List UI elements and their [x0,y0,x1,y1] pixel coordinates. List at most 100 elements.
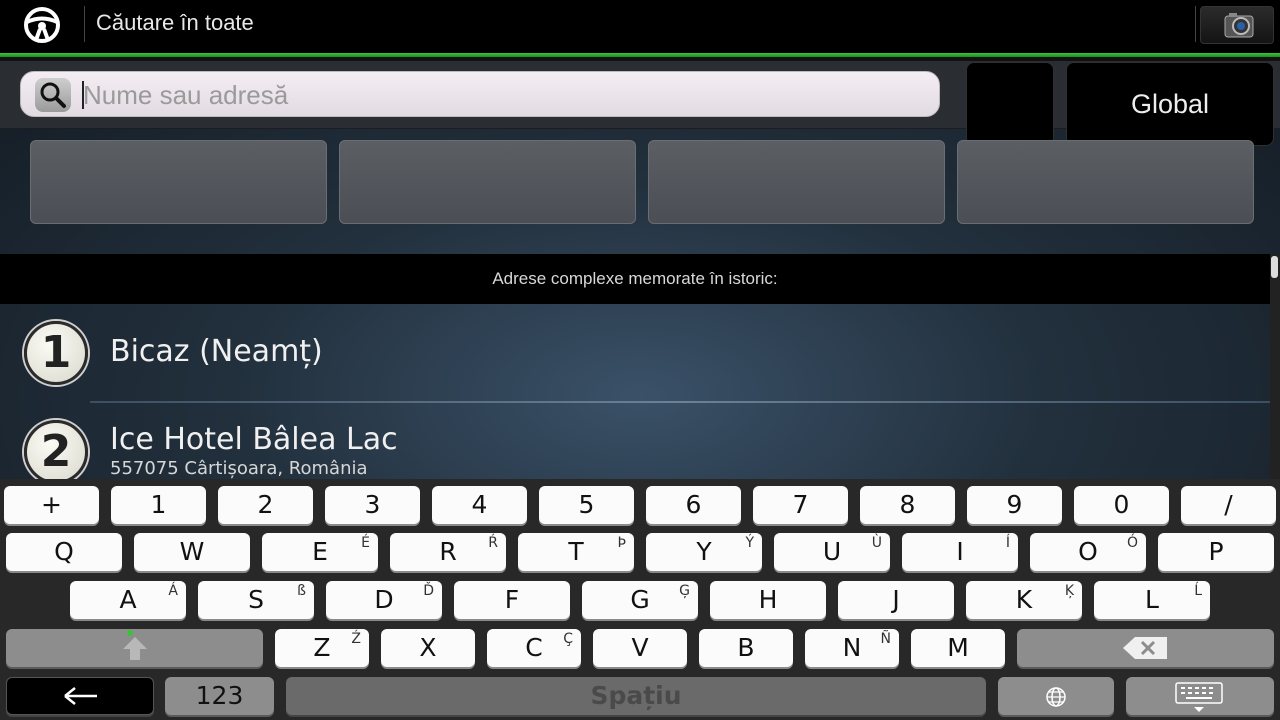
key-w[interactable]: W [134,533,250,571]
key-i[interactable]: IÍ [902,533,1018,571]
key-v[interactable]: V [593,629,687,667]
key-a[interactable]: AÁ [70,581,186,619]
key-label: Q [54,537,74,566]
key-alt-label: Þ [617,535,626,551]
numbers-key[interactable]: 123 [165,677,274,715]
key-5[interactable]: 5 [539,486,634,524]
key-label: X [419,633,437,662]
key-7[interactable]: 7 [753,486,848,524]
key-label: 6 [685,490,702,519]
key-b[interactable]: B [699,629,793,667]
key-label: M [947,633,969,662]
key-x[interactable]: X [381,629,475,667]
space-key[interactable]: Spațiu [286,677,986,715]
search-input[interactable] [83,76,923,114]
key-f[interactable]: F [454,581,570,619]
key-n[interactable]: NÑ [805,629,899,667]
shift-key[interactable] [6,629,263,667]
key-label: I [956,537,964,566]
key-l[interactable]: LĹ [1094,581,1210,619]
key-3[interactable]: 3 [325,486,420,524]
key-q[interactable]: Q [6,533,122,571]
key-label: K [1015,585,1033,614]
key-y[interactable]: YÝ [646,533,762,571]
page-title: Căutare în toate [96,10,254,35]
key-e[interactable]: EÉ [262,533,378,571]
key-alt-label: Á [168,583,178,599]
key-o[interactable]: OÓ [1030,533,1146,571]
key-6[interactable]: 6 [646,486,741,524]
globe-icon [1046,687,1066,707]
key-label: A [119,585,137,614]
key-c[interactable]: CÇ [487,629,581,667]
history-item-title: Bicaz (Neamț) [110,334,323,369]
on-screen-keyboard: +1 2 3 4 5 6 7 8 9 0/ QWEÉRŔTÞYÝUÙIÍOÓP AÁSßDĎFGĢ… [0,479,1280,720]
key-s[interactable]: Sß [198,581,314,619]
key-8[interactable]: 8 [860,486,955,524]
backspace-key[interactable] [1017,629,1274,667]
key-alt-label: Ź [351,631,361,647]
scrollbar-thumb[interactable] [1271,256,1278,278]
key-1[interactable]: 1 [111,486,206,524]
category-button[interactable] [966,62,1054,146]
key-label: H [758,585,778,614]
back-key[interactable] [6,677,154,715]
key-label: D [374,585,394,614]
key-label: S [248,585,264,614]
key-0[interactable]: 0 [1074,486,1169,524]
keyboard-hide-icon [1175,682,1223,712]
scrollbar-track[interactable] [1270,254,1280,479]
key-slash[interactable]: / [1181,486,1276,524]
key-label: U [822,537,842,566]
key-label: P [1208,537,1224,566]
language-key[interactable] [998,677,1114,715]
history-item[interactable]: 1 Bicaz (Neamț) [0,304,1270,404]
key-label: G [630,585,650,614]
key-u[interactable]: UÙ [774,533,890,571]
key-g[interactable]: GĢ [582,581,698,619]
key-label: W [179,537,205,566]
key-alt-label: Í [1005,535,1010,551]
key-j[interactable]: J [838,581,954,619]
steering-wheel-icon[interactable] [22,5,62,45]
quick-tile-2[interactable] [339,140,636,224]
key-d[interactable]: DĎ [326,581,442,619]
key-plus[interactable]: + [4,486,99,524]
key-h[interactable]: H [710,581,826,619]
key-label: 0 [1113,490,1130,519]
scope-button-global[interactable]: Global [1066,62,1274,146]
hide-keyboard-key[interactable] [1126,677,1274,715]
search-box[interactable] [20,71,940,117]
key-alt-label: Ñ [880,631,891,647]
quick-tile-1[interactable] [30,140,327,224]
key-label: / [1224,490,1233,519]
quick-tile-3[interactable] [648,140,945,224]
key-alt-label: Ý [745,535,754,551]
key-t[interactable]: TÞ [518,533,634,571]
key-label: 2 [257,490,274,519]
top-bar: Căutare în toate [0,0,1280,54]
key-label: V [631,633,649,662]
key-alt-label: É [361,535,370,551]
key-label: Y [696,537,712,566]
number-badge: 1 [24,321,88,385]
key-p[interactable]: P [1158,533,1274,571]
key-alt-label: Ŕ [488,535,498,551]
list-divider [90,401,1270,403]
history-item[interactable]: 2 Ice Hotel Bâlea Lac 557075 Cârtișoara,… [0,404,1270,479]
key-m[interactable]: M [911,629,1005,667]
key-alt-label: Ď [423,583,434,599]
key-alt-label: Ó [1126,535,1138,551]
camera-button[interactable] [1200,6,1274,44]
search-icon[interactable] [35,78,71,112]
key-r[interactable]: RŔ [390,533,506,571]
quick-tile-4[interactable] [957,140,1254,224]
key-9[interactable]: 9 [967,486,1062,524]
key-label: T [568,537,584,566]
key-k[interactable]: KĶ [966,581,1082,619]
key-4[interactable]: 4 [432,486,527,524]
key-label: O [1078,537,1098,566]
key-z[interactable]: ZŹ [275,629,369,667]
key-2[interactable]: 2 [218,486,313,524]
key-alt-label: Ç [563,631,573,647]
